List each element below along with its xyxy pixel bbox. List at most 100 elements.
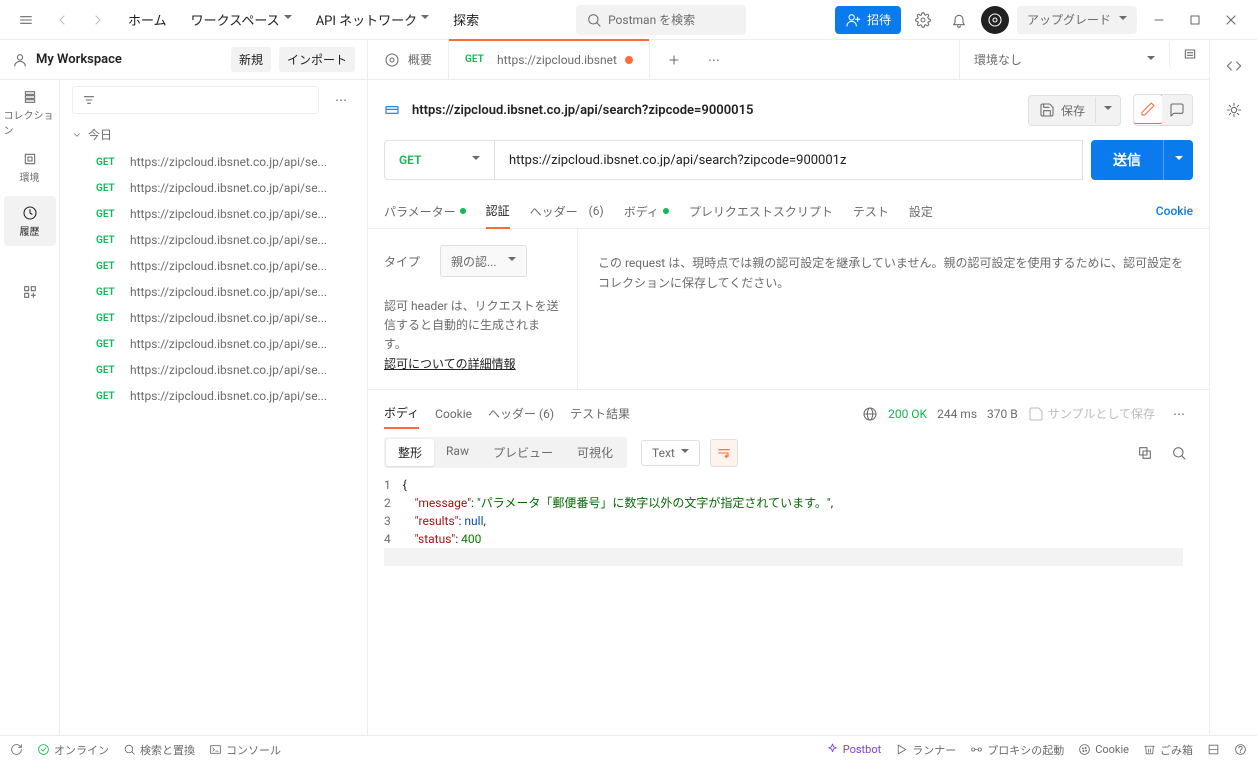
rail-collections[interactable]: コレクション	[4, 88, 56, 138]
auth-note-text: 認可 header は、リクエストを送信すると自動的に生成されます。	[384, 299, 559, 351]
method-select[interactable]: GET	[384, 140, 494, 180]
history-item[interactable]: GEThttps://zipcloud.ibsnet.co.jp/api/se.…	[60, 201, 367, 227]
footer-runner[interactable]: ランナー	[895, 742, 956, 758]
cookies-link[interactable]: Cookie	[1156, 204, 1193, 218]
save-dropdown[interactable]	[1095, 97, 1120, 123]
import-button[interactable]: インポート	[279, 47, 355, 72]
footer-console[interactable]: コンソール	[209, 742, 281, 758]
forward-icon[interactable]	[84, 6, 112, 34]
footer-layout[interactable]	[1207, 742, 1220, 758]
global-search[interactable]: Postman を検索	[576, 5, 746, 35]
edit-mode-button[interactable]	[1133, 94, 1163, 124]
env-picker[interactable]: 環境なし	[959, 40, 1169, 79]
history-more-icon[interactable]: ⋯	[327, 86, 355, 114]
tab-request[interactable]: GET https://zipcloud.ibsnet	[449, 40, 650, 79]
avatar[interactable]	[981, 6, 1009, 34]
history-item[interactable]: GEThttps://zipcloud.ibsnet.co.jp/api/se.…	[60, 305, 367, 331]
comment-mode-button[interactable]	[1162, 95, 1192, 125]
window-maximize[interactable]	[1181, 6, 1209, 34]
history-method: GET	[96, 391, 120, 402]
wrap-button[interactable]	[710, 439, 738, 467]
tips-icon[interactable]	[1220, 96, 1248, 124]
history-filter[interactable]	[72, 86, 319, 114]
invite-button[interactable]: 招待	[835, 6, 901, 34]
history-item[interactable]: GEThttps://zipcloud.ibsnet.co.jp/api/se.…	[60, 175, 367, 201]
history-item[interactable]: GEThttps://zipcloud.ibsnet.co.jp/api/se.…	[60, 227, 367, 253]
view-raw[interactable]: Raw	[434, 439, 481, 466]
resp-status: 200 OK	[888, 407, 927, 421]
resp-tab-results[interactable]: テスト結果	[570, 399, 630, 428]
footer-sync[interactable]	[10, 743, 23, 756]
history-group-label: 今日	[88, 126, 112, 143]
tab-overview[interactable]: 概要	[368, 40, 449, 79]
tab-tests[interactable]: テスト	[853, 195, 889, 228]
window-close[interactable]	[1217, 6, 1245, 34]
history-item[interactable]: GEThttps://zipcloud.ibsnet.co.jp/api/se.…	[60, 149, 367, 175]
footer-trash[interactable]: ごみ箱	[1143, 742, 1193, 758]
new-button[interactable]: 新規	[231, 47, 271, 72]
history-group-today[interactable]: 今日	[60, 120, 367, 149]
rail-configure[interactable]	[4, 274, 56, 310]
history-item[interactable]: GEThttps://zipcloud.ibsnet.co.jp/api/se.…	[60, 357, 367, 383]
back-icon[interactable]	[48, 6, 76, 34]
save-sample-label: サンプルとして保存	[1048, 405, 1155, 422]
history-item[interactable]: GEThttps://zipcloud.ibsnet.co.jp/api/se.…	[60, 279, 367, 305]
resp-more-icon[interactable]: ⋯	[1165, 400, 1193, 428]
rail-history[interactable]: 履歴	[4, 196, 56, 246]
history-item[interactable]: GEThttps://zipcloud.ibsnet.co.jp/api/se.…	[60, 383, 367, 409]
nav-workspace[interactable]: ワークスペース	[183, 6, 300, 33]
resp-type-select[interactable]: Text	[641, 440, 700, 466]
rail-env[interactable]: 環境	[4, 142, 56, 192]
search-placeholder: Postman を検索	[608, 11, 695, 28]
tab-settings[interactable]: 設定	[909, 195, 933, 228]
upgrade-button[interactable]: アップグレード	[1017, 6, 1137, 34]
tab-params-label: パラメーター	[384, 203, 456, 220]
tab-body[interactable]: ボディ	[624, 195, 669, 228]
globe-icon[interactable]	[862, 406, 878, 422]
search-icon	[586, 12, 602, 28]
tab-overview-label: 概要	[408, 51, 432, 68]
tab-method: GET	[465, 54, 489, 65]
resp-tab-headers[interactable]: ヘッダー (6)	[488, 399, 554, 428]
tab-prereq[interactable]: プレリクエストスクリプト	[689, 195, 833, 228]
code-snippet-icon[interactable]	[1220, 52, 1248, 80]
footer-find[interactable]: 検索と置換	[123, 742, 195, 758]
chevron-down-icon	[472, 153, 480, 167]
history-item[interactable]: GEThttps://zipcloud.ibsnet.co.jp/api/se.…	[60, 331, 367, 357]
nav-api-network[interactable]: API ネットワーク	[308, 6, 437, 33]
view-pretty[interactable]: 整形	[386, 439, 434, 466]
new-tab-icon[interactable]	[660, 46, 688, 74]
url-input[interactable]	[494, 140, 1083, 180]
resp-tab-cookie[interactable]: Cookie	[435, 401, 472, 427]
send-button[interactable]: 送信	[1091, 140, 1163, 180]
footer-help[interactable]	[1234, 742, 1247, 758]
view-preview[interactable]: プレビュー	[481, 439, 565, 466]
footer-postbot[interactable]: Postbot	[826, 742, 881, 758]
tab-auth[interactable]: 認証	[486, 194, 510, 229]
auth-learn-link[interactable]: 認可についての詳細情報	[384, 357, 516, 371]
window-minimize[interactable]	[1145, 6, 1173, 34]
chevron-down-icon	[284, 12, 292, 27]
menu-icon[interactable]	[12, 6, 40, 34]
nav-explore[interactable]: 探索	[445, 6, 487, 33]
user-plus-icon	[845, 12, 861, 28]
save-button[interactable]: 保存	[1029, 96, 1095, 125]
send-dropdown[interactable]	[1163, 140, 1193, 180]
footer-proxy[interactable]: プロキシの起動	[970, 742, 1064, 758]
auth-type-select[interactable]: 親の認...	[440, 245, 527, 277]
tab-params[interactable]: パラメーター	[384, 195, 466, 228]
notifications-icon[interactable]	[945, 6, 973, 34]
search-in-body-icon[interactable]	[1165, 439, 1193, 467]
resp-tab-body[interactable]: ボディ	[384, 398, 419, 429]
view-visualize[interactable]: 可視化	[565, 439, 625, 466]
footer-online[interactable]: オンライン	[37, 742, 109, 758]
tab-more-icon[interactable]: ⋯	[700, 46, 728, 74]
footer-cookie[interactable]: Cookie	[1078, 742, 1129, 758]
tab-headers[interactable]: ヘッダー (6)	[530, 195, 604, 228]
history-item[interactable]: GEThttps://zipcloud.ibsnet.co.jp/api/se.…	[60, 253, 367, 279]
env-quicklook-icon[interactable]	[1169, 40, 1209, 68]
response-body[interactable]: 12345 { "message": "パラメータ「郵便番号」に数字以外の文字が…	[368, 476, 1209, 582]
nav-home[interactable]: ホーム	[120, 6, 175, 33]
copy-icon[interactable]	[1131, 439, 1159, 467]
settings-icon[interactable]	[909, 6, 937, 34]
